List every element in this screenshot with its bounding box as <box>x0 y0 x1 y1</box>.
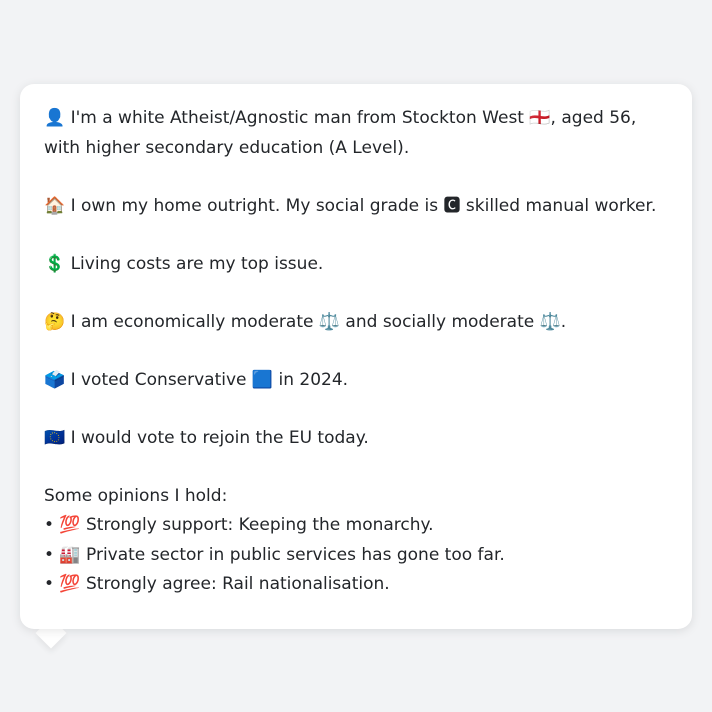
housing-text: 🏠 I own my home outright. My social grad… <box>44 195 657 216</box>
top-issue-text: 💲 Living costs are my top issue. <box>44 253 324 274</box>
opinions-heading: Some opinions I hold: <box>44 485 228 506</box>
opinion-item: • 🏭 Private sector in public services ha… <box>44 544 505 565</box>
identity-text: 👤 I'm a white Atheist/Agnostic man from … <box>44 108 637 158</box>
opinion-item: • 💯 Strongly support: Keeping the monarc… <box>44 515 434 535</box>
opinions-section: Some opinions I hold: • 💯 Strongly suppo… <box>44 482 668 600</box>
opinion-item: • 💯 Strongly agree: Rail nationalisation… <box>44 574 390 594</box>
ideology-text: 🤔 I am economically moderate ⚖️ and soci… <box>44 311 567 332</box>
vote-2024-text: 🗳️ I voted Conservative 🟦 in 2024. <box>44 369 349 390</box>
persona-speech-bubble: 👤 I'm a white Atheist/Agnostic man from … <box>20 84 692 629</box>
eu-text: 🇪🇺 I would vote to rejoin the EU today. <box>44 427 369 448</box>
